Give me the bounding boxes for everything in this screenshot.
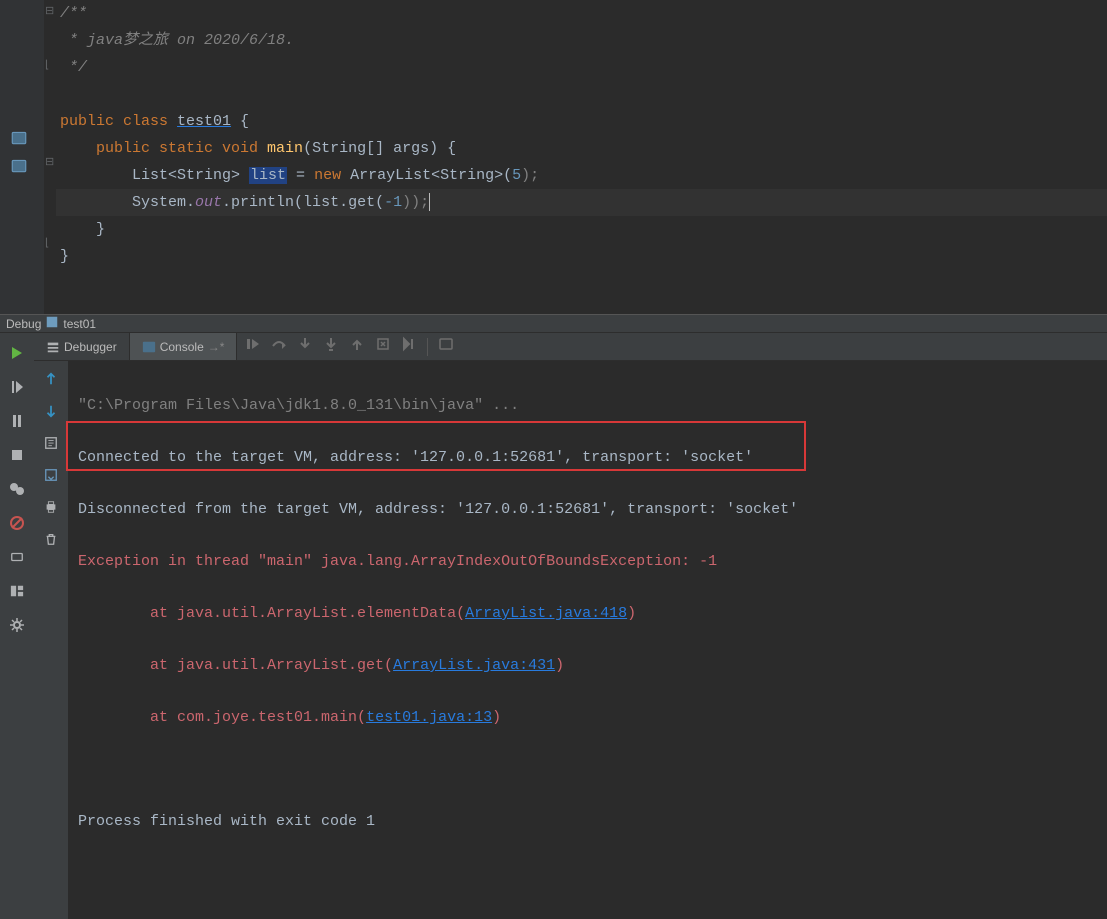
console-line: Disconnected from the target VM, address… bbox=[78, 501, 798, 518]
view-breakpoints-button[interactable] bbox=[7, 479, 27, 499]
code-text: } bbox=[60, 221, 105, 238]
code-text: )); bbox=[402, 194, 429, 211]
scroll-to-end-button[interactable] bbox=[41, 465, 61, 485]
run-config-name[interactable]: test01 bbox=[63, 317, 96, 331]
pin-icon: →* bbox=[208, 340, 225, 354]
pause-button[interactable] bbox=[7, 411, 27, 431]
tab-debugger[interactable]: Debugger bbox=[34, 333, 130, 360]
code-text: ArrayList<String>( bbox=[350, 167, 512, 184]
run-to-cursor-button[interactable] bbox=[401, 336, 417, 357]
step-out-button[interactable] bbox=[349, 336, 365, 357]
console-trace: at java.util.ArrayList.elementData( bbox=[78, 605, 465, 622]
stacktrace-link[interactable]: ArrayList.java:418 bbox=[465, 605, 627, 622]
console-exit: Process finished with exit code 1 bbox=[78, 813, 375, 830]
code-text: */ bbox=[60, 59, 87, 76]
tab-label: Console bbox=[160, 340, 204, 354]
method-gutter-icon bbox=[10, 157, 28, 175]
stacktrace-link[interactable]: test01.java:13 bbox=[366, 709, 492, 726]
code-text: .println(list.get( bbox=[222, 194, 384, 211]
method-name: main bbox=[267, 140, 303, 157]
debug-panel: Debugger Console →* bbox=[0, 333, 1107, 919]
class-name[interactable]: test01 bbox=[177, 113, 231, 130]
rerun-button[interactable] bbox=[7, 343, 27, 363]
clear-all-button[interactable] bbox=[41, 529, 61, 549]
resume-button[interactable] bbox=[7, 377, 27, 397]
console-trace: at com.joye.test01.main( bbox=[78, 709, 366, 726]
console-trace: at java.util.ArrayList.get( bbox=[78, 657, 393, 674]
scroll-down-button[interactable] bbox=[41, 401, 61, 421]
code-text: (String[] args) { bbox=[303, 140, 456, 157]
drop-frame-button[interactable] bbox=[375, 336, 391, 357]
code-text: * java梦之旅 on 2020/6/18. bbox=[60, 32, 294, 49]
soft-wrap-button[interactable] bbox=[41, 433, 61, 453]
step-toolbar bbox=[237, 333, 462, 360]
debug-tool-window-header: Debug test01 bbox=[0, 314, 1107, 333]
console-exception: Exception in thread "main" java.lang.Arr… bbox=[78, 553, 717, 570]
tab-label: Debugger bbox=[64, 340, 117, 354]
debug-tabs: Debugger Console →* bbox=[34, 333, 1107, 361]
code-text: ); bbox=[521, 167, 539, 184]
code-text: = bbox=[287, 167, 314, 184]
code-area[interactable]: /** * java梦之旅 on 2020/6/18. */ public cl… bbox=[56, 0, 1107, 314]
force-step-into-button[interactable] bbox=[323, 336, 339, 357]
class-gutter-icon bbox=[10, 129, 28, 147]
code-text: /** bbox=[60, 5, 87, 22]
frames-icon bbox=[46, 340, 60, 354]
run-config-icon bbox=[45, 315, 59, 332]
code-text: public class bbox=[60, 113, 177, 130]
evaluate-expression-button[interactable] bbox=[438, 336, 454, 357]
console-trace: ) bbox=[492, 709, 501, 726]
gutter bbox=[0, 0, 44, 314]
fold-mark[interactable]: ⊟ bbox=[45, 155, 54, 169]
restore-layout-button[interactable] bbox=[7, 581, 27, 601]
variable-highlight: list bbox=[249, 167, 287, 184]
debug-label: Debug bbox=[6, 317, 41, 331]
tab-console[interactable]: Console →* bbox=[130, 333, 238, 360]
fold-mark[interactable]: ⊟ bbox=[45, 4, 54, 18]
scroll-up-button[interactable] bbox=[41, 369, 61, 389]
settings-button[interactable] bbox=[7, 615, 27, 635]
fold-end: ⌊ bbox=[45, 58, 49, 72]
fold-column: ⊟ ⌊ ⊟ ⌊ bbox=[44, 0, 56, 314]
code-text: out bbox=[195, 194, 222, 211]
console-toolbar bbox=[34, 361, 68, 919]
code-text: System. bbox=[60, 194, 195, 211]
code-editor[interactable]: ⊟ ⌊ ⊟ ⌊ /** * java梦之旅 on 2020/6/18. */ p… bbox=[0, 0, 1107, 314]
console-trace: ) bbox=[627, 605, 636, 622]
stacktrace-link[interactable]: ArrayList.java:431 bbox=[393, 657, 555, 674]
code-text: -1 bbox=[384, 194, 402, 211]
console-trace: ) bbox=[555, 657, 564, 674]
code-text: { bbox=[231, 113, 249, 130]
fold-end: ⌊ bbox=[45, 236, 49, 250]
code-text: } bbox=[60, 248, 69, 265]
print-button[interactable] bbox=[41, 497, 61, 517]
code-text: public static void bbox=[60, 140, 267, 157]
stop-button[interactable] bbox=[7, 445, 27, 465]
show-execution-point-button[interactable] bbox=[245, 336, 261, 357]
get-thread-dump-button[interactable] bbox=[7, 547, 27, 567]
console-line: "C:\Program Files\Java\jdk1.8.0_131\bin\… bbox=[78, 397, 519, 414]
step-over-button[interactable] bbox=[271, 336, 287, 357]
debug-left-toolbar bbox=[0, 333, 34, 919]
console-line: Connected to the target VM, address: '12… bbox=[78, 449, 753, 466]
step-into-button[interactable] bbox=[297, 336, 313, 357]
code-text: new bbox=[314, 167, 350, 184]
console-output[interactable]: "C:\Program Files\Java\jdk1.8.0_131\bin\… bbox=[68, 361, 1107, 919]
code-text: List<String> bbox=[60, 167, 249, 184]
console-icon bbox=[142, 340, 156, 354]
mute-breakpoints-button[interactable] bbox=[7, 513, 27, 533]
caret bbox=[429, 193, 430, 211]
code-text: 5 bbox=[512, 167, 521, 184]
